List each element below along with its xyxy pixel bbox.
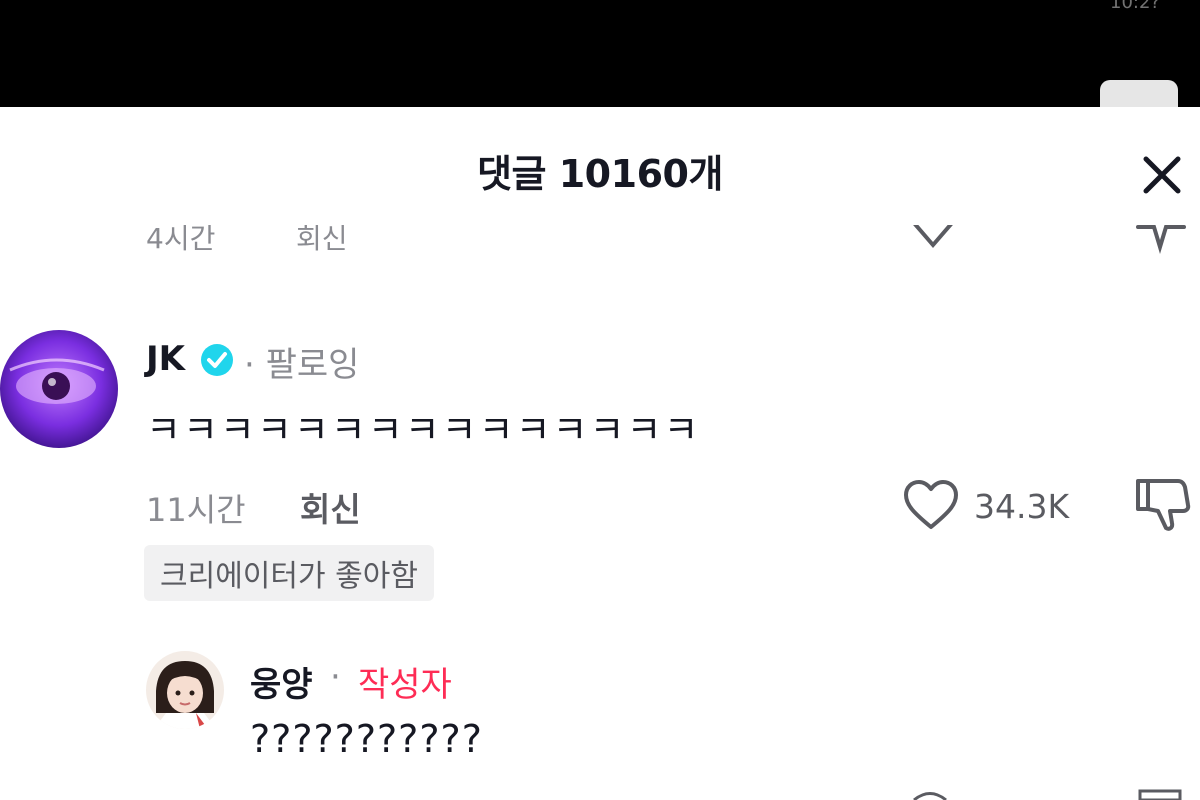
dislike-icon[interactable]	[1132, 475, 1192, 533]
like-count: 34.3K	[974, 487, 1070, 526]
previous-comment-footer: 4시간 회신	[0, 225, 1200, 259]
reply-avatar[interactable]	[146, 651, 224, 729]
following-label: · 팔로잉	[244, 345, 360, 385]
avatar[interactable]	[0, 330, 118, 448]
video-top-area: 10:2?	[0, 0, 1200, 120]
reply-button[interactable]: 회신	[300, 483, 361, 531]
dislike-icon[interactable]	[1134, 225, 1188, 255]
eye-avatar-image	[0, 330, 118, 448]
creator-liked-badge: 크리에이터가 좋아함	[144, 545, 434, 601]
next-row-cutoff	[0, 785, 1200, 800]
person-avatar-image	[146, 651, 224, 729]
close-icon[interactable]	[1138, 151, 1186, 199]
heart-icon[interactable]	[902, 479, 960, 531]
status-time: 10:2?	[1110, 0, 1160, 13]
reply-text: ???????????	[250, 717, 483, 761]
author-badge: 작성자	[358, 665, 452, 705]
comments-count-title: 댓글 10160개	[477, 152, 723, 196]
heart-icon[interactable]	[908, 225, 958, 255]
previous-comment-time: 4시간	[146, 225, 216, 255]
comments-sheet: 댓글 10160개 4시간 회신 JK · 팔로잉 ㅋㅋㅋㅋㅋㅋㅋㅋㅋㅋㅋㅋㅋㅋ…	[0, 107, 1200, 800]
reply-separator: ·	[330, 657, 341, 697]
comment-text: ㅋㅋㅋㅋㅋㅋㅋㅋㅋㅋㅋㅋㅋㅋㅋ	[146, 408, 701, 452]
partial-row-icons	[913, 789, 1182, 800]
previous-comment-reply-button[interactable]: 회신	[296, 225, 348, 257]
comment-time: 11시간	[146, 491, 246, 529]
reply-username[interactable]: 웅양	[250, 657, 313, 706]
verified-check-icon	[201, 344, 233, 376]
comment-username[interactable]: JK	[146, 339, 185, 379]
